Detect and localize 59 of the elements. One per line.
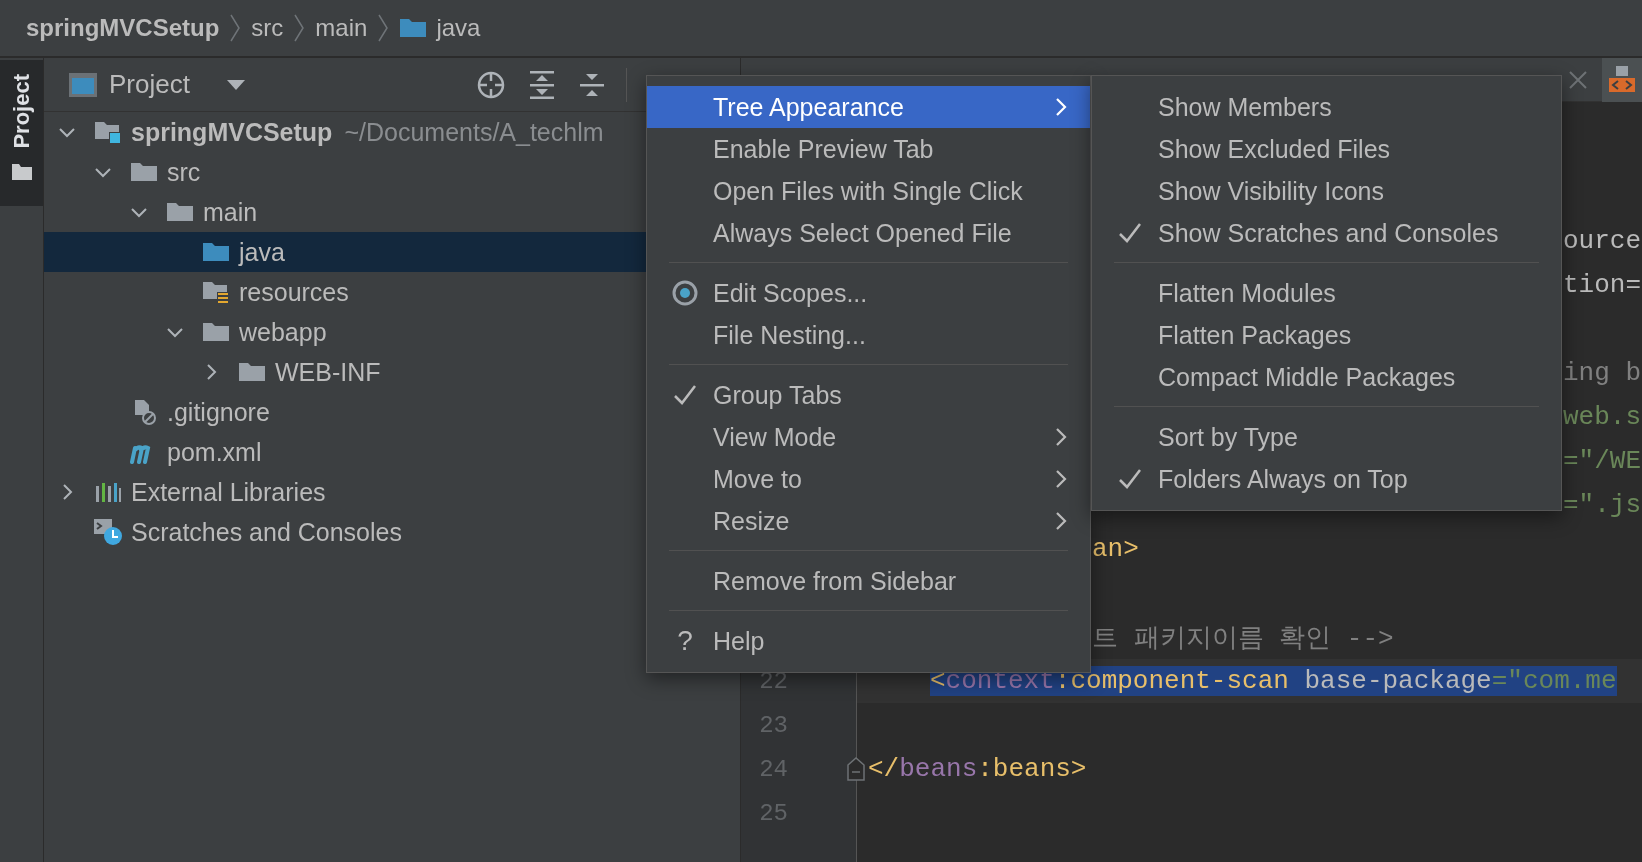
menu-item[interactable]: Group Tabs bbox=[647, 374, 1090, 416]
code-line: web.s bbox=[1563, 402, 1641, 432]
libraries-icon bbox=[94, 480, 122, 504]
code-line: an> bbox=[1092, 534, 1139, 564]
module-icon bbox=[94, 120, 122, 144]
menu-item[interactable]: Folders Always on Top bbox=[1092, 458, 1561, 500]
locate-icon bbox=[475, 69, 506, 100]
window-icon bbox=[68, 71, 98, 98]
folder-icon bbox=[166, 200, 194, 224]
breadcrumb-item[interactable]: src bbox=[251, 14, 284, 42]
menu-item[interactable]: Resize bbox=[647, 500, 1090, 542]
folder-icon bbox=[202, 240, 230, 264]
folder-icon bbox=[130, 160, 158, 184]
scope-icon bbox=[671, 279, 699, 307]
xml-file-icon bbox=[1608, 64, 1636, 95]
menu-item[interactable]: View Mode bbox=[647, 416, 1090, 458]
menu-item[interactable]: Open Files with Single Click bbox=[647, 170, 1090, 212]
chevron-icon bbox=[377, 13, 390, 43]
code-line: </beans:beans> bbox=[868, 754, 1087, 784]
path-hint: ~/Documents/A_techlm bbox=[344, 117, 604, 147]
menu-item[interactable]: Show Visibility Icons bbox=[1092, 170, 1561, 212]
code-line: ="/WE bbox=[1563, 446, 1641, 476]
view-selector[interactable]: Project bbox=[109, 69, 246, 100]
code-line: ource bbox=[1563, 226, 1641, 256]
breadcrumb-item[interactable]: java bbox=[399, 14, 481, 42]
menu-item[interactable]: Enable Preview Tab bbox=[647, 128, 1090, 170]
folder-icon bbox=[10, 162, 33, 181]
code-line: =".js bbox=[1563, 490, 1641, 520]
fold-marker-icon bbox=[847, 757, 865, 781]
chevron-icon bbox=[293, 13, 306, 43]
help-icon: ? bbox=[677, 625, 693, 657]
menu-item[interactable]: Flatten Packages bbox=[1092, 314, 1561, 356]
menu-item[interactable]: Show Scratches and Consoles bbox=[1092, 212, 1561, 254]
menu-item[interactable]: File Nesting... bbox=[647, 314, 1090, 356]
menu-item[interactable]: Compact Middle Packages bbox=[1092, 356, 1561, 398]
folder-icon bbox=[202, 320, 230, 344]
folder-icon bbox=[399, 16, 428, 40]
scratches-icon bbox=[93, 518, 123, 546]
caret-icon bbox=[225, 78, 246, 91]
menu-item[interactable]: Edit Scopes... bbox=[647, 272, 1090, 314]
resource-folder-icon bbox=[202, 280, 230, 304]
code-line: 트 패키지이름 확인 --> bbox=[1092, 622, 1394, 655]
menu-item[interactable]: Show Members bbox=[1092, 86, 1561, 128]
menu-item[interactable]: ? Help bbox=[647, 620, 1090, 662]
folder-icon bbox=[238, 360, 266, 384]
chevron-icon bbox=[229, 13, 242, 43]
tool-window-tab[interactable]: Project bbox=[0, 60, 43, 206]
menu-item[interactable]: Remove from Sidebar bbox=[647, 560, 1090, 602]
menu-item[interactable]: Flatten Modules bbox=[1092, 272, 1561, 314]
menu-item[interactable]: Move to bbox=[647, 458, 1090, 500]
expand-all-icon bbox=[527, 69, 556, 100]
code-line: ing b bbox=[1563, 358, 1641, 388]
menu-item[interactable]: Sort by Type bbox=[1092, 416, 1561, 458]
breadcrumb-item[interactable]: main bbox=[315, 14, 368, 42]
menu-item[interactable]: Tree Appearance bbox=[647, 86, 1090, 128]
menu-item[interactable]: Show Excluded Files bbox=[1092, 128, 1561, 170]
close-icon bbox=[1568, 69, 1588, 90]
breadcrumb-item[interactable]: springMVCSetup bbox=[26, 14, 220, 42]
code-line: tion= bbox=[1563, 270, 1641, 300]
